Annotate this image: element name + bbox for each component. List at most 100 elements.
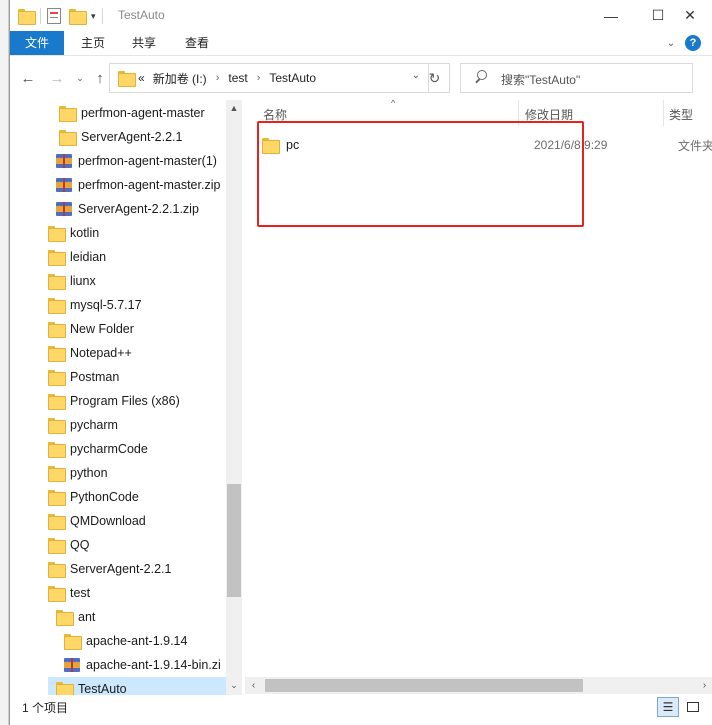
sidebar-item-label: ServerAgent-2.2.1 [70,562,172,576]
close-button[interactable]: ✕ [667,0,712,31]
scroll-right-icon[interactable]: › [696,677,712,694]
folder-icon [48,442,66,458]
divider [101,8,103,24]
sidebar-item-qq[interactable]: QQ [48,533,89,557]
chevron-down-icon[interactable]: ▾ [91,11,96,22]
tab-home[interactable]: 主页 [73,31,113,55]
sidebar-item-apache-ant-1-9-14-bin-zi[interactable]: apache-ant-1.9.14-bin.zi [64,653,221,677]
sidebar-item-label: perfmon-agent-master.zip [78,178,221,192]
sidebar-item-label: QQ [70,538,90,552]
sidebar-item-perfmon-agent-master-zip[interactable]: perfmon-agent-master.zip [56,173,220,197]
sidebar-item-serveragent-2-2-1[interactable]: ServerAgent-2.2.1 [48,557,171,581]
up-button[interactable]: ↑ [90,68,110,88]
sidebar-item-perfmon-agent-master[interactable]: perfmon-agent-master [59,101,205,125]
sidebar-item-program-files-x86[interactable]: Program Files (x86) [48,389,180,413]
horizontal-scrollbar[interactable]: ‹ › [245,677,712,694]
sidebar-item-mysql-5-7-17[interactable]: mysql-5.7.17 [48,293,142,317]
sidebar-item-liunx[interactable]: liunx [48,269,96,293]
chevron-down-icon: ⌄ [76,72,84,83]
folder-icon [48,586,66,602]
breadcrumb-test[interactable]: test [228,71,247,85]
recent-locations-button[interactable]: ⌄ [70,68,90,88]
sidebar-item-label: QMDownload [70,514,146,528]
breadcrumb-drive[interactable]: 新加卷 (I:) [153,70,207,87]
sidebar-item-python[interactable]: python [48,461,108,485]
folder-icon [118,71,136,87]
large-icons-view-button[interactable] [682,697,704,717]
help-label: ? [689,37,697,49]
expand-ribbon-chevron-icon[interactable]: ⌄ [663,35,679,51]
sidebar-item-pycharmcode[interactable]: pycharmCode [48,437,148,461]
zip-archive-icon [56,154,72,168]
scrollbar-thumb[interactable] [265,679,583,692]
sidebar-item-apache-ant-1-9-14[interactable]: apache-ant-1.9.14 [64,629,187,653]
navigation-scrollbar[interactable]: ▲ ⌄ [226,100,242,695]
tab-file[interactable]: 文件 [10,31,64,55]
sidebar-item-label: PythonCode [70,490,139,504]
sidebar-item-label: ServerAgent-2.2.1 [81,130,183,144]
tab-share[interactable]: 共享 [124,31,164,55]
details-view-icon: ☰ [662,700,674,714]
column-header-type[interactable]: 类型 [669,104,693,126]
column-divider[interactable] [663,100,664,126]
search-input[interactable]: 搜索"TestAuto" [460,63,693,93]
sidebar-item-kotlin[interactable]: kotlin [48,221,99,245]
sidebar-item-pycharm[interactable]: pycharm [48,413,118,437]
sidebar-item-new-folder[interactable]: New Folder [48,317,134,341]
quick-access-toolbar: ▾ [18,6,109,26]
sidebar-item-label: Postman [70,370,120,384]
minimize-button[interactable]: — [588,0,634,31]
sidebar-item-label: test [70,586,91,600]
folder-icon [48,562,66,578]
sidebar-item-leidian[interactable]: leidian [48,245,106,269]
breadcrumb-testauto[interactable]: TestAuto [269,71,316,85]
sidebar-item-serveragent-2-2-1-zip[interactable]: ServerAgent-2.2.1.zip [56,197,199,221]
arrow-up-icon: ↑ [96,69,104,87]
folder-icon [48,298,66,314]
sidebar-item-label: kotlin [70,226,100,240]
sidebar-item-label: ant [78,610,96,624]
scrollbar-thumb[interactable] [227,484,241,597]
sidebar-item-serveragent-2-2-1[interactable]: ServerAgent-2.2.1 [59,125,182,149]
breadcrumb-overflow[interactable]: « [138,71,145,85]
sidebar-item-label: Program Files (x86) [70,394,180,408]
chevron-right-icon[interactable]: › [257,72,261,84]
address-dropdown-chevron-icon[interactable]: ⌄ [412,70,420,81]
search-icon-handle [475,78,480,84]
sidebar-item-label: ServerAgent-2.2.1.zip [78,202,199,216]
sidebar-item-postman[interactable]: Postman [48,365,119,389]
window-title: TestAuto [118,8,165,22]
refresh-button[interactable]: ↻ [420,63,450,93]
sidebar-item-pythoncode[interactable]: PythonCode [48,485,139,509]
scroll-down-icon[interactable]: ⌄ [226,677,242,693]
address-bar[interactable]: « 新加卷 (I:) › test › TestAuto ⌄ [109,63,429,93]
help-icon[interactable]: ? [685,35,701,51]
title-bar: ▾ TestAuto — ☐ ✕ [10,0,712,31]
folder-icon [48,250,66,266]
new-folder-icon[interactable] [69,9,87,25]
forward-button[interactable]: → [47,68,67,88]
sidebar-item-testauto[interactable]: TestAuto [48,677,226,695]
file-list-pane: ^ 名称 修改日期 类型 pc 2021/6/8 9:29 文件夹 [243,98,712,695]
sidebar-item-test[interactable]: test [48,581,90,605]
annotation-highlight-box [257,121,584,227]
sidebar-item-qmdownload[interactable]: QMDownload [48,509,146,533]
scroll-up-icon[interactable]: ▲ [226,100,242,116]
folder-icon [48,274,66,290]
sidebar-item-notepad[interactable]: Notepad++ [48,341,132,365]
chevron-right-icon[interactable]: › [216,72,220,84]
sidebar-item-label: apache-ant-1.9.14 [86,634,188,648]
folder-icon [48,514,66,530]
zip-archive-icon [64,658,80,672]
folder-icon [48,346,66,362]
back-button[interactable]: ← [18,68,38,88]
properties-icon[interactable] [47,8,61,24]
refresh-icon: ↻ [428,69,441,86]
sidebar-item-perfmon-agent-master-1[interactable]: perfmon-agent-master(1) [56,149,217,173]
details-view-button[interactable]: ☰ [657,697,679,717]
tab-view[interactable]: 查看 [177,31,217,55]
scroll-left-icon[interactable]: ‹ [245,677,262,694]
sidebar-item-ant[interactable]: ant [56,605,95,629]
folder-icon [48,370,66,386]
sidebar-item-label: mysql-5.7.17 [70,298,142,312]
